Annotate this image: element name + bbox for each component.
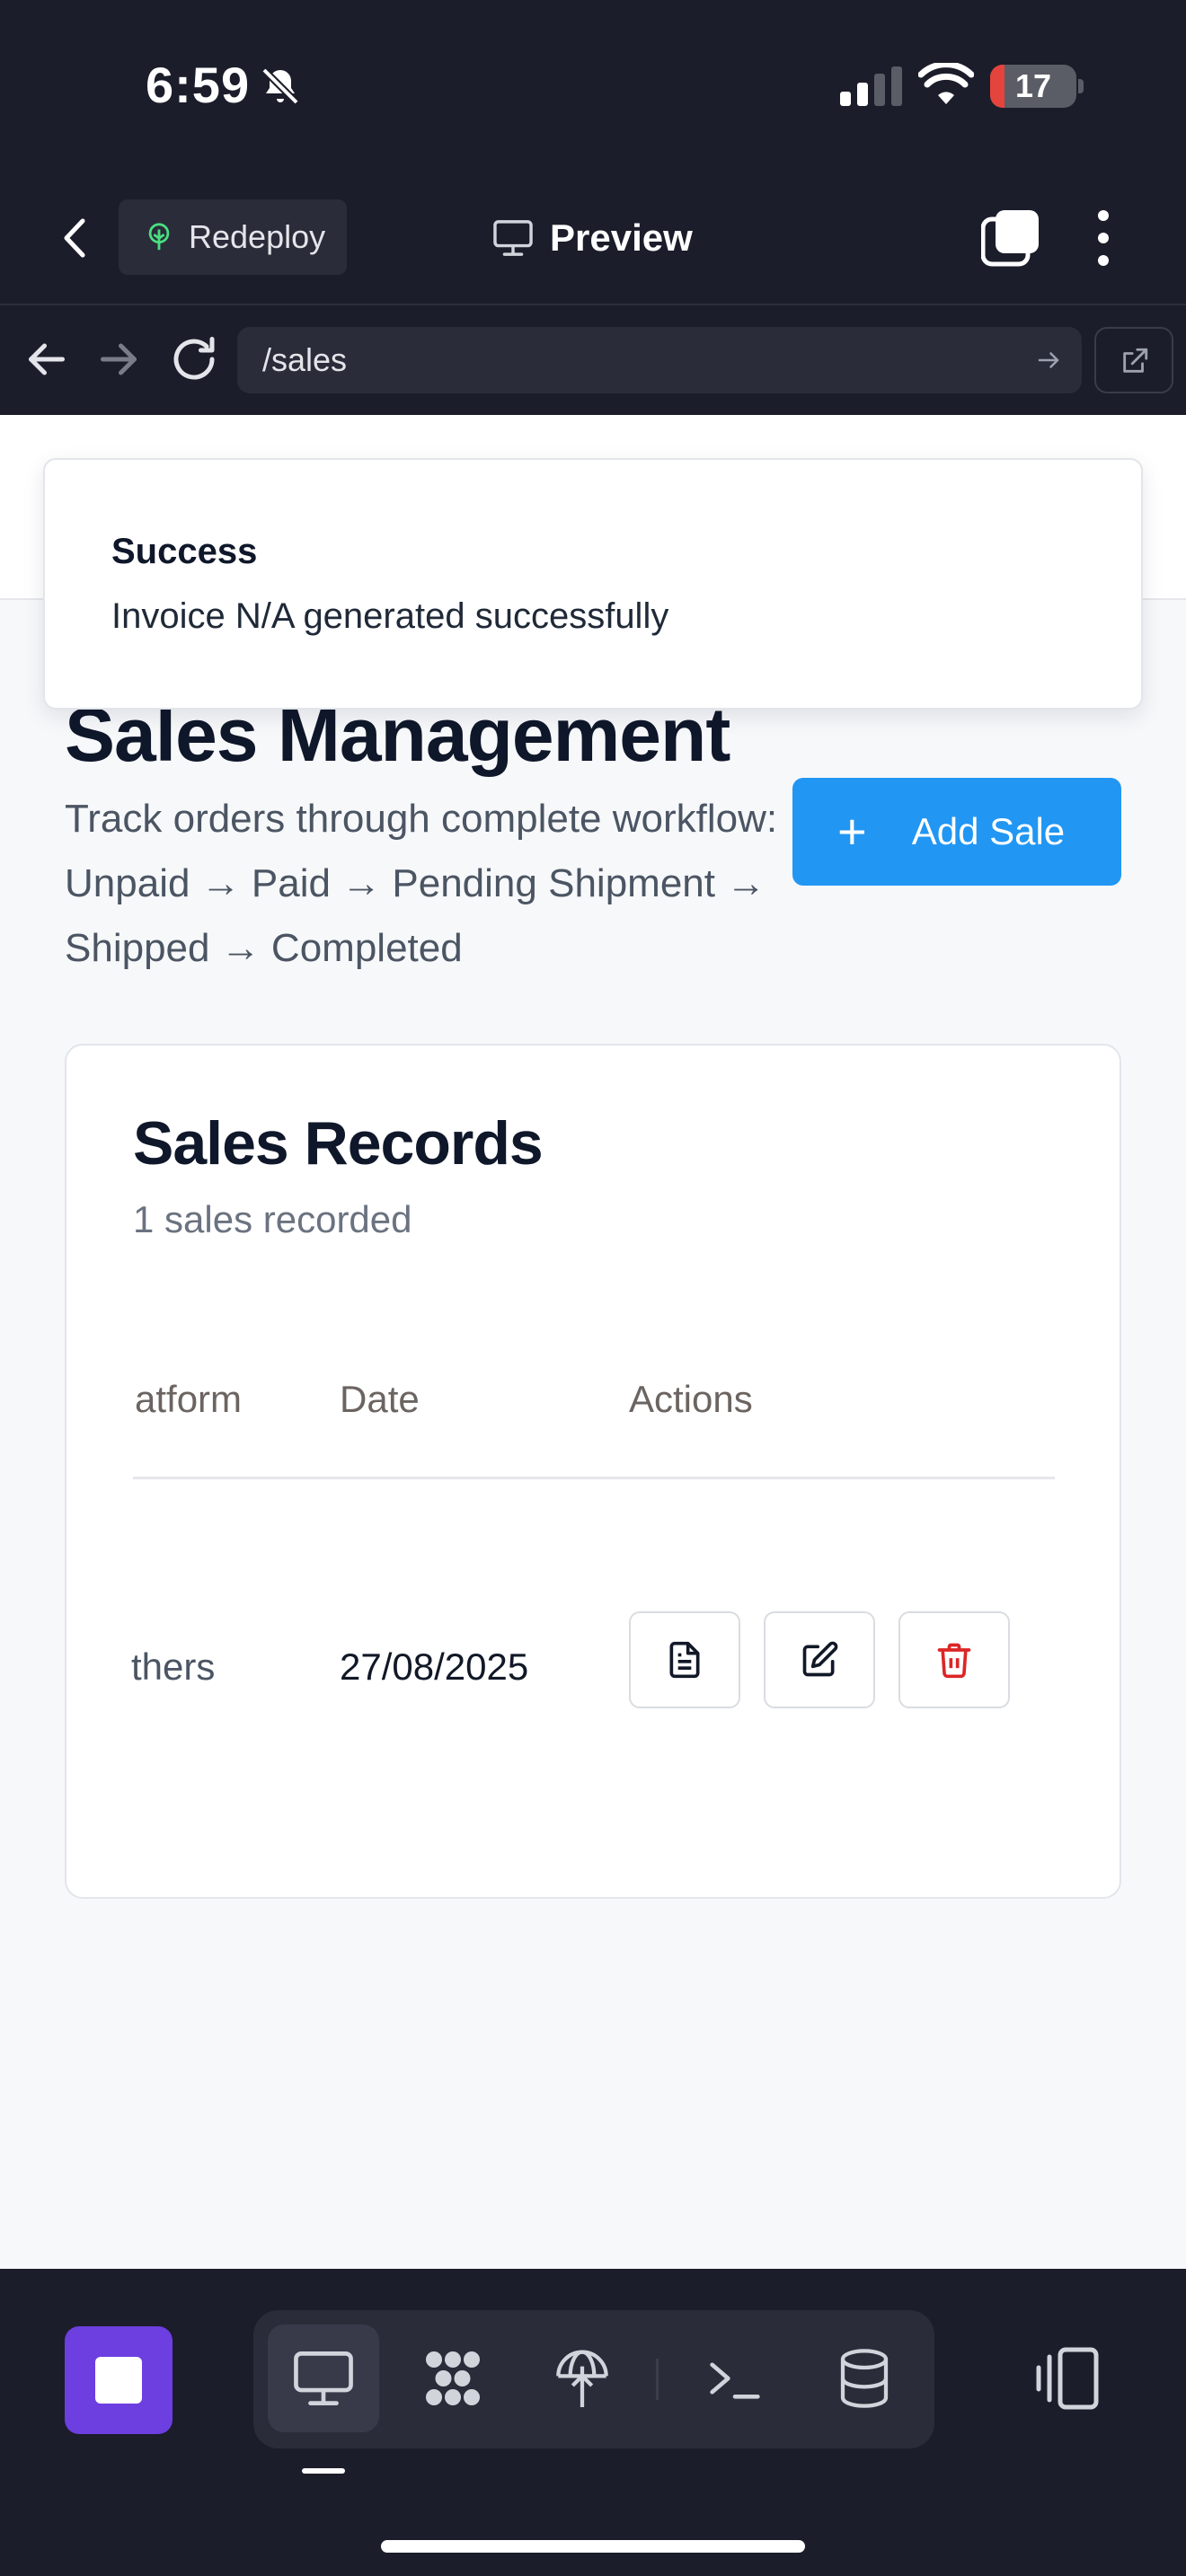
view-invoice-button[interactable]: [629, 1611, 740, 1708]
more-vertical-icon[interactable]: [1085, 207, 1121, 269]
cell-date: 27/08/2025: [340, 1645, 529, 1688]
card-title: Sales Records: [133, 1109, 544, 1178]
url-text: /sales: [262, 341, 348, 378]
column-header-platform[interactable]: atform: [135, 1378, 242, 1421]
arrow-right-small-icon[interactable]: [1035, 347, 1062, 374]
monitor-icon: [493, 220, 533, 256]
redeploy-button[interactable]: Redeploy: [119, 199, 347, 275]
tool-preview[interactable]: [268, 2325, 379, 2432]
deploy-icon: [556, 2350, 608, 2407]
browser-bar: /sales: [0, 305, 1186, 415]
status-bar: 6:59 17: [0, 0, 1186, 171]
tool-group: [253, 2310, 934, 2448]
status-time: 6:59: [146, 57, 251, 113]
delete-sale-button[interactable]: [898, 1611, 1010, 1708]
battery-icon: 17: [990, 65, 1076, 108]
redeploy-label: Redeploy: [189, 218, 326, 255]
add-sale-label: Add Sale: [911, 810, 1066, 852]
page-description: Track orders through complete workflow: …: [65, 797, 778, 970]
toast-title: Success: [111, 532, 258, 571]
sales-records-card: Sales Records 1 sales recorded atform Da…: [65, 1044, 1121, 1899]
arrow-left-icon[interactable]: [20, 332, 74, 386]
database-icon: [840, 2349, 889, 2408]
url-input[interactable]: /sales: [237, 327, 1082, 393]
battery-tip: [1078, 79, 1084, 93]
toast-message: Invoice N/A generated successfully: [111, 596, 669, 636]
preview-label: Preview: [550, 216, 693, 259]
tree-icon: [148, 223, 170, 251]
terminal-icon: [710, 2362, 760, 2399]
table-header-divider: [133, 1477, 1055, 1479]
panel-toggle-icon[interactable]: [1031, 2342, 1103, 2414]
cell-platform: thers: [131, 1645, 216, 1688]
refresh-icon[interactable]: [167, 332, 221, 386]
bell-off-icon: [261, 67, 299, 105]
battery-level: 17: [1014, 67, 1052, 104]
plus-icon: +: [837, 803, 867, 860]
wifi-icon: [918, 63, 974, 104]
edit-sale-button[interactable]: [764, 1611, 875, 1708]
tool-database[interactable]: [809, 2325, 920, 2432]
chevron-left-icon[interactable]: [52, 208, 97, 268]
tool-apps[interactable]: [397, 2325, 509, 2432]
tabs-icon[interactable]: [981, 208, 1040, 268]
arrow-right-icon[interactable]: [92, 332, 146, 386]
app-header: Redeploy Preview: [0, 171, 1186, 305]
external-link-icon: [1123, 348, 1148, 373]
home-indicator[interactable]: [381, 2540, 805, 2553]
edit-icon: [802, 1641, 838, 1677]
open-external-button[interactable]: [1094, 327, 1173, 393]
stop-icon: [95, 2357, 142, 2404]
add-sale-button[interactable]: + Add Sale: [792, 778, 1121, 886]
cellular-signal-icon: [840, 66, 902, 106]
column-header-date[interactable]: Date: [340, 1378, 420, 1421]
preview-title: Preview: [492, 208, 693, 268]
bottom-toolbar: [0, 2269, 1186, 2576]
monitor-icon: [294, 2351, 353, 2405]
column-header-actions: Actions: [629, 1378, 753, 1420]
card-subtitle: 1 sales recorded: [133, 1198, 412, 1240]
tool-separator: [656, 2359, 659, 2400]
tool-terminal[interactable]: [679, 2325, 791, 2432]
stop-button[interactable]: [65, 2326, 173, 2434]
file-text-icon: [669, 1641, 700, 1679]
active-tool-indicator: [302, 2468, 345, 2474]
tool-deploy[interactable]: [527, 2325, 638, 2432]
grid-dots-icon: [426, 2351, 480, 2405]
success-toast[interactable]: Success Invoice N/A generated successful…: [43, 458, 1143, 710]
trash-icon: [937, 1643, 971, 1679]
